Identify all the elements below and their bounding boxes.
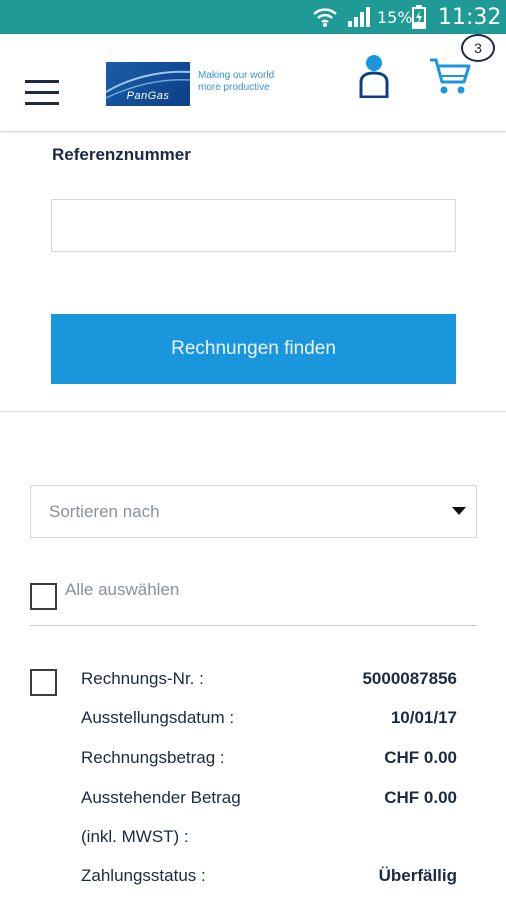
cart-count-badge: 3 [461, 34, 495, 62]
select-all-label: Alle auswählen [65, 580, 180, 599]
cart-icon[interactable] [428, 54, 472, 98]
invoice-checkbox[interactable] [30, 669, 57, 696]
reference-number-input[interactable] [51, 199, 456, 252]
select-all-checkbox[interactable] [30, 583, 57, 610]
hamburger-menu-icon[interactable] [22, 80, 62, 106]
find-invoices-button[interactable]: Rechnungen finden [51, 314, 456, 384]
issue-date-value: 10/01/17 [390, 708, 457, 727]
issue-date-label: Ausstellungsdatum : [81, 708, 235, 727]
app-header: PanGas Making our world more productive … [0, 34, 506, 132]
sort-by-placeholder: Sortieren nach [49, 501, 160, 521]
reference-number-label: Referenznummer [52, 145, 191, 164]
tagline-line-1: Making our world [198, 70, 275, 81]
outstanding-amount-value: CHF 0.00 [384, 788, 457, 807]
outstanding-amount-label: Ausstehender Betrag [81, 788, 241, 807]
list-divider [30, 625, 477, 626]
logo-text: PanGas [126, 90, 170, 102]
invoice-amount-value: CHF 0.00 [384, 748, 457, 767]
section-divider [0, 411, 506, 412]
battery-charging-icon [412, 0, 426, 34]
tagline: Making our world more productive [198, 70, 288, 94]
chevron-down-icon [452, 507, 466, 515]
invoice-number-label: Rechnungs-Nr. : [81, 669, 204, 688]
user-icon[interactable] [358, 54, 390, 99]
payment-status-value: Überfällig [378, 866, 457, 885]
clock: 11:32 [438, 4, 502, 30]
incl-vat-label: (inkl. MWST) : [81, 827, 189, 846]
invoice-number-value: 5000087856 [362, 669, 457, 688]
invoice-amount-label: Rechnungsbetrag : [81, 748, 225, 767]
signal-icon [346, 0, 372, 34]
pangas-logo[interactable]: PanGas [106, 62, 190, 106]
wifi-icon [312, 0, 338, 34]
battery-percent: 15% [377, 7, 413, 27]
payment-status-label: Zahlungsstatus : [81, 866, 206, 885]
sort-by-select[interactable]: Sortieren nach [30, 485, 477, 538]
tagline-line-2: more productive [198, 82, 270, 93]
status-bar: 15% 11:32 [0, 0, 506, 34]
